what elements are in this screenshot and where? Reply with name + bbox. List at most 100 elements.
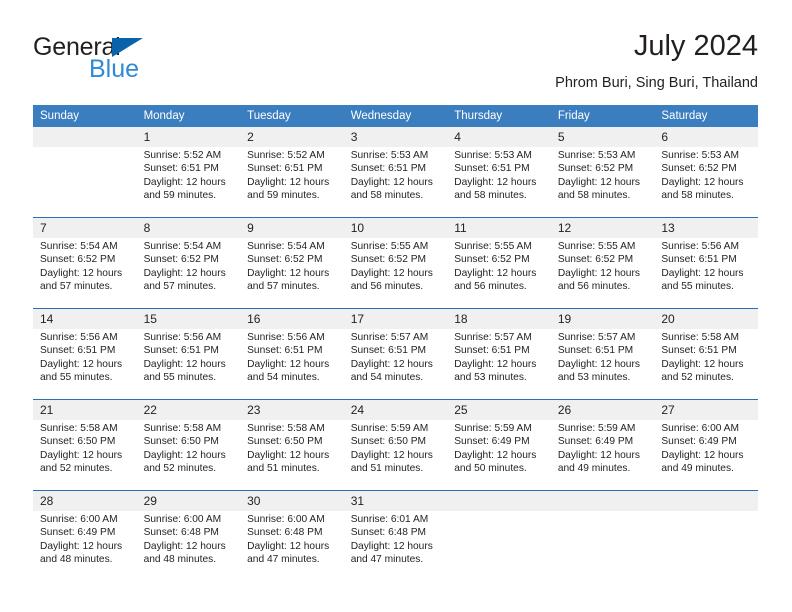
day-number-19[interactable]: 19 <box>550 308 655 329</box>
day-number-30[interactable]: 30 <box>240 490 344 511</box>
day-number-9[interactable]: 9 <box>240 217 344 238</box>
daylight-text-line1: Daylight: 12 hours <box>454 267 537 279</box>
day-cell-23[interactable]: Sunrise: 5:58 AM Sunset: 6:50 PM Daylight:… <box>240 420 344 491</box>
day-number-11[interactable]: 11 <box>447 217 551 238</box>
sunset-text: Sunset: 6:49 PM <box>557 436 634 448</box>
weekday-header-wednesday: Wednesday <box>343 105 448 127</box>
daylight-text-line1: Daylight: 12 hours <box>143 358 226 370</box>
day-cell-3[interactable]: Sunrise: 5:53 AM Sunset: 6:51 PM Daylight:… <box>343 147 448 218</box>
day-number-31[interactable]: 31 <box>343 490 448 511</box>
day-cell-12[interactable]: Sunrise: 5:55 AM Sunset: 6:52 PM Daylight:… <box>550 238 655 309</box>
day-number-row: 14 15 16 17 18 19 20 <box>33 308 758 329</box>
day-number-23[interactable]: 23 <box>240 399 344 420</box>
sunrise-text: Sunrise: 5:54 AM <box>247 241 325 252</box>
sunset-text: Sunset: 6:51 PM <box>143 163 219 175</box>
day-number-5[interactable]: 5 <box>550 127 655 147</box>
daylight-text-line2: and 58 minutes. <box>557 189 631 201</box>
daylight-text-line2: and 58 minutes. <box>454 189 527 201</box>
daylight-text-line2: and 49 minutes. <box>661 462 734 474</box>
daylight-text-line2: and 51 minutes. <box>350 462 424 474</box>
daylight-text-line1: Daylight: 12 hours <box>350 449 433 461</box>
day-number-6[interactable]: 6 <box>654 127 758 147</box>
daylight-text-line2: and 54 minutes. <box>350 371 424 383</box>
day-cell-25[interactable]: Sunrise: 5:59 AM Sunset: 6:49 PM Daylight:… <box>447 420 551 491</box>
sunset-text: Sunset: 6:48 PM <box>247 527 323 539</box>
day-number-28[interactable]: 28 <box>33 490 137 511</box>
day-number-24[interactable]: 24 <box>343 399 448 420</box>
day-cell-19[interactable]: Sunrise: 5:57 AM Sunset: 6:51 PM Daylight:… <box>550 329 655 400</box>
day-cell-8[interactable]: Sunrise: 5:54 AM Sunset: 6:52 PM Daylight:… <box>136 238 241 309</box>
day-cell-2[interactable]: Sunrise: 5:52 AM Sunset: 6:51 PM Daylight:… <box>240 147 344 218</box>
day-cell-11[interactable]: Sunrise: 5:55 AM Sunset: 6:52 PM Daylight:… <box>447 238 551 309</box>
day-cell-1[interactable]: Sunrise: 5:52 AM Sunset: 6:51 PM Daylight:… <box>136 147 241 218</box>
sunset-text: Sunset: 6:49 PM <box>40 527 116 539</box>
day-cell-21[interactable]: Sunrise: 5:58 AM Sunset: 6:50 PM Daylight:… <box>33 420 137 491</box>
day-number-10[interactable]: 10 <box>343 217 448 238</box>
day-number-8[interactable]: 8 <box>136 217 241 238</box>
day-number-15[interactable]: 15 <box>136 308 241 329</box>
day-cell-14[interactable]: Sunrise: 5:56 AM Sunset: 6:51 PM Daylight:… <box>33 329 137 400</box>
day-cell-24[interactable]: Sunrise: 5:59 AM Sunset: 6:50 PM Daylight:… <box>343 420 448 491</box>
daylight-text-line1: Daylight: 12 hours <box>557 449 640 461</box>
sunset-text: Sunset: 6:51 PM <box>350 163 427 175</box>
day-number-4[interactable]: 4 <box>447 127 551 147</box>
sunrise-text: Sunrise: 5:56 AM <box>40 332 118 343</box>
day-number-17[interactable]: 17 <box>343 308 448 329</box>
day-number-16[interactable]: 16 <box>240 308 344 329</box>
general-blue-logo[interactable]: General Blue <box>33 34 253 90</box>
day-number-2[interactable]: 2 <box>240 127 344 147</box>
day-number-14[interactable]: 14 <box>33 308 137 329</box>
day-cell-13[interactable]: Sunrise: 5:56 AM Sunset: 6:51 PM Daylight:… <box>654 238 758 309</box>
day-cell-15[interactable]: Sunrise: 5:56 AM Sunset: 6:51 PM Daylight:… <box>136 329 241 400</box>
sunset-text: Sunset: 6:51 PM <box>247 163 323 175</box>
day-cell-18[interactable]: Sunrise: 5:57 AM Sunset: 6:51 PM Daylight:… <box>447 329 551 400</box>
daylight-text-line1: Daylight: 12 hours <box>143 176 226 188</box>
day-number-18[interactable]: 18 <box>447 308 551 329</box>
sunset-text: Sunset: 6:51 PM <box>661 345 737 357</box>
day-cell-16[interactable]: Sunrise: 5:56 AM Sunset: 6:51 PM Daylight:… <box>240 329 344 400</box>
sunset-text: Sunset: 6:51 PM <box>40 345 116 357</box>
day-cell-9[interactable]: Sunrise: 5:54 AM Sunset: 6:52 PM Daylight:… <box>240 238 344 309</box>
day-number-26[interactable]: 26 <box>550 399 655 420</box>
day-cell-7[interactable]: Sunrise: 5:54 AM Sunset: 6:52 PM Daylight:… <box>33 238 137 309</box>
day-number-20[interactable]: 20 <box>654 308 758 329</box>
sunset-text: Sunset: 6:49 PM <box>454 436 530 448</box>
day-number-25[interactable]: 25 <box>447 399 551 420</box>
day-detail-row: Sunrise: 5:58 AM Sunset: 6:50 PM Daylight:… <box>33 420 758 491</box>
day-number-27[interactable]: 27 <box>654 399 758 420</box>
sunset-text: Sunset: 6:52 PM <box>350 254 427 266</box>
day-cell-10[interactable]: Sunrise: 5:55 AM Sunset: 6:52 PM Daylight:… <box>343 238 448 309</box>
day-number-1[interactable]: 1 <box>136 127 241 147</box>
day-cell-20[interactable]: Sunrise: 5:58 AM Sunset: 6:51 PM Daylight:… <box>654 329 758 400</box>
day-cell-5[interactable]: Sunrise: 5:53 AM Sunset: 6:52 PM Daylight:… <box>550 147 655 218</box>
day-number-22[interactable]: 22 <box>136 399 241 420</box>
day-number-7[interactable]: 7 <box>33 217 137 238</box>
daylight-text-line2: and 50 minutes. <box>454 462 527 474</box>
day-cell-22[interactable]: Sunrise: 5:58 AM Sunset: 6:50 PM Daylight:… <box>136 420 241 491</box>
daylight-text-line2: and 49 minutes. <box>557 462 631 474</box>
sunrise-text: Sunrise: 5:58 AM <box>247 423 325 434</box>
day-cell-29[interactable]: Sunrise: 6:00 AM Sunset: 6:48 PM Daylight:… <box>136 511 241 581</box>
day-cell-17[interactable]: Sunrise: 5:57 AM Sunset: 6:51 PM Daylight:… <box>343 329 448 400</box>
day-number-29[interactable]: 29 <box>136 490 241 511</box>
day-cell-28[interactable]: Sunrise: 6:00 AM Sunset: 6:49 PM Daylight:… <box>33 511 137 581</box>
day-cell-26[interactable]: Sunrise: 5:59 AM Sunset: 6:49 PM Daylight:… <box>550 420 655 491</box>
daylight-text-line1: Daylight: 12 hours <box>350 540 433 552</box>
day-number-13[interactable]: 13 <box>654 217 758 238</box>
day-cell-4[interactable]: Sunrise: 5:53 AM Sunset: 6:51 PM Daylight:… <box>447 147 551 218</box>
weekday-header-saturday: Saturday <box>654 105 758 127</box>
day-cell-6[interactable]: Sunrise: 5:53 AM Sunset: 6:52 PM Daylight:… <box>654 147 758 218</box>
day-number-21[interactable]: 21 <box>33 399 137 420</box>
day-cell-30[interactable]: Sunrise: 6:00 AM Sunset: 6:48 PM Daylight:… <box>240 511 344 581</box>
daylight-text-line2: and 55 minutes. <box>661 280 734 292</box>
day-cell-27[interactable]: Sunrise: 6:00 AM Sunset: 6:49 PM Daylight:… <box>654 420 758 491</box>
daylight-text-line2: and 59 minutes. <box>247 189 320 201</box>
daylight-text-line1: Daylight: 12 hours <box>143 267 226 279</box>
weekday-header-monday: Monday <box>136 105 241 127</box>
day-number-12[interactable]: 12 <box>550 217 655 238</box>
day-cell-31[interactable]: Sunrise: 6:01 AM Sunset: 6:48 PM Daylight:… <box>343 511 448 581</box>
sunrise-text: Sunrise: 6:00 AM <box>143 514 222 525</box>
sunset-text: Sunset: 6:48 PM <box>350 527 427 539</box>
daylight-text-line1: Daylight: 12 hours <box>143 449 226 461</box>
day-number-3[interactable]: 3 <box>343 127 448 147</box>
